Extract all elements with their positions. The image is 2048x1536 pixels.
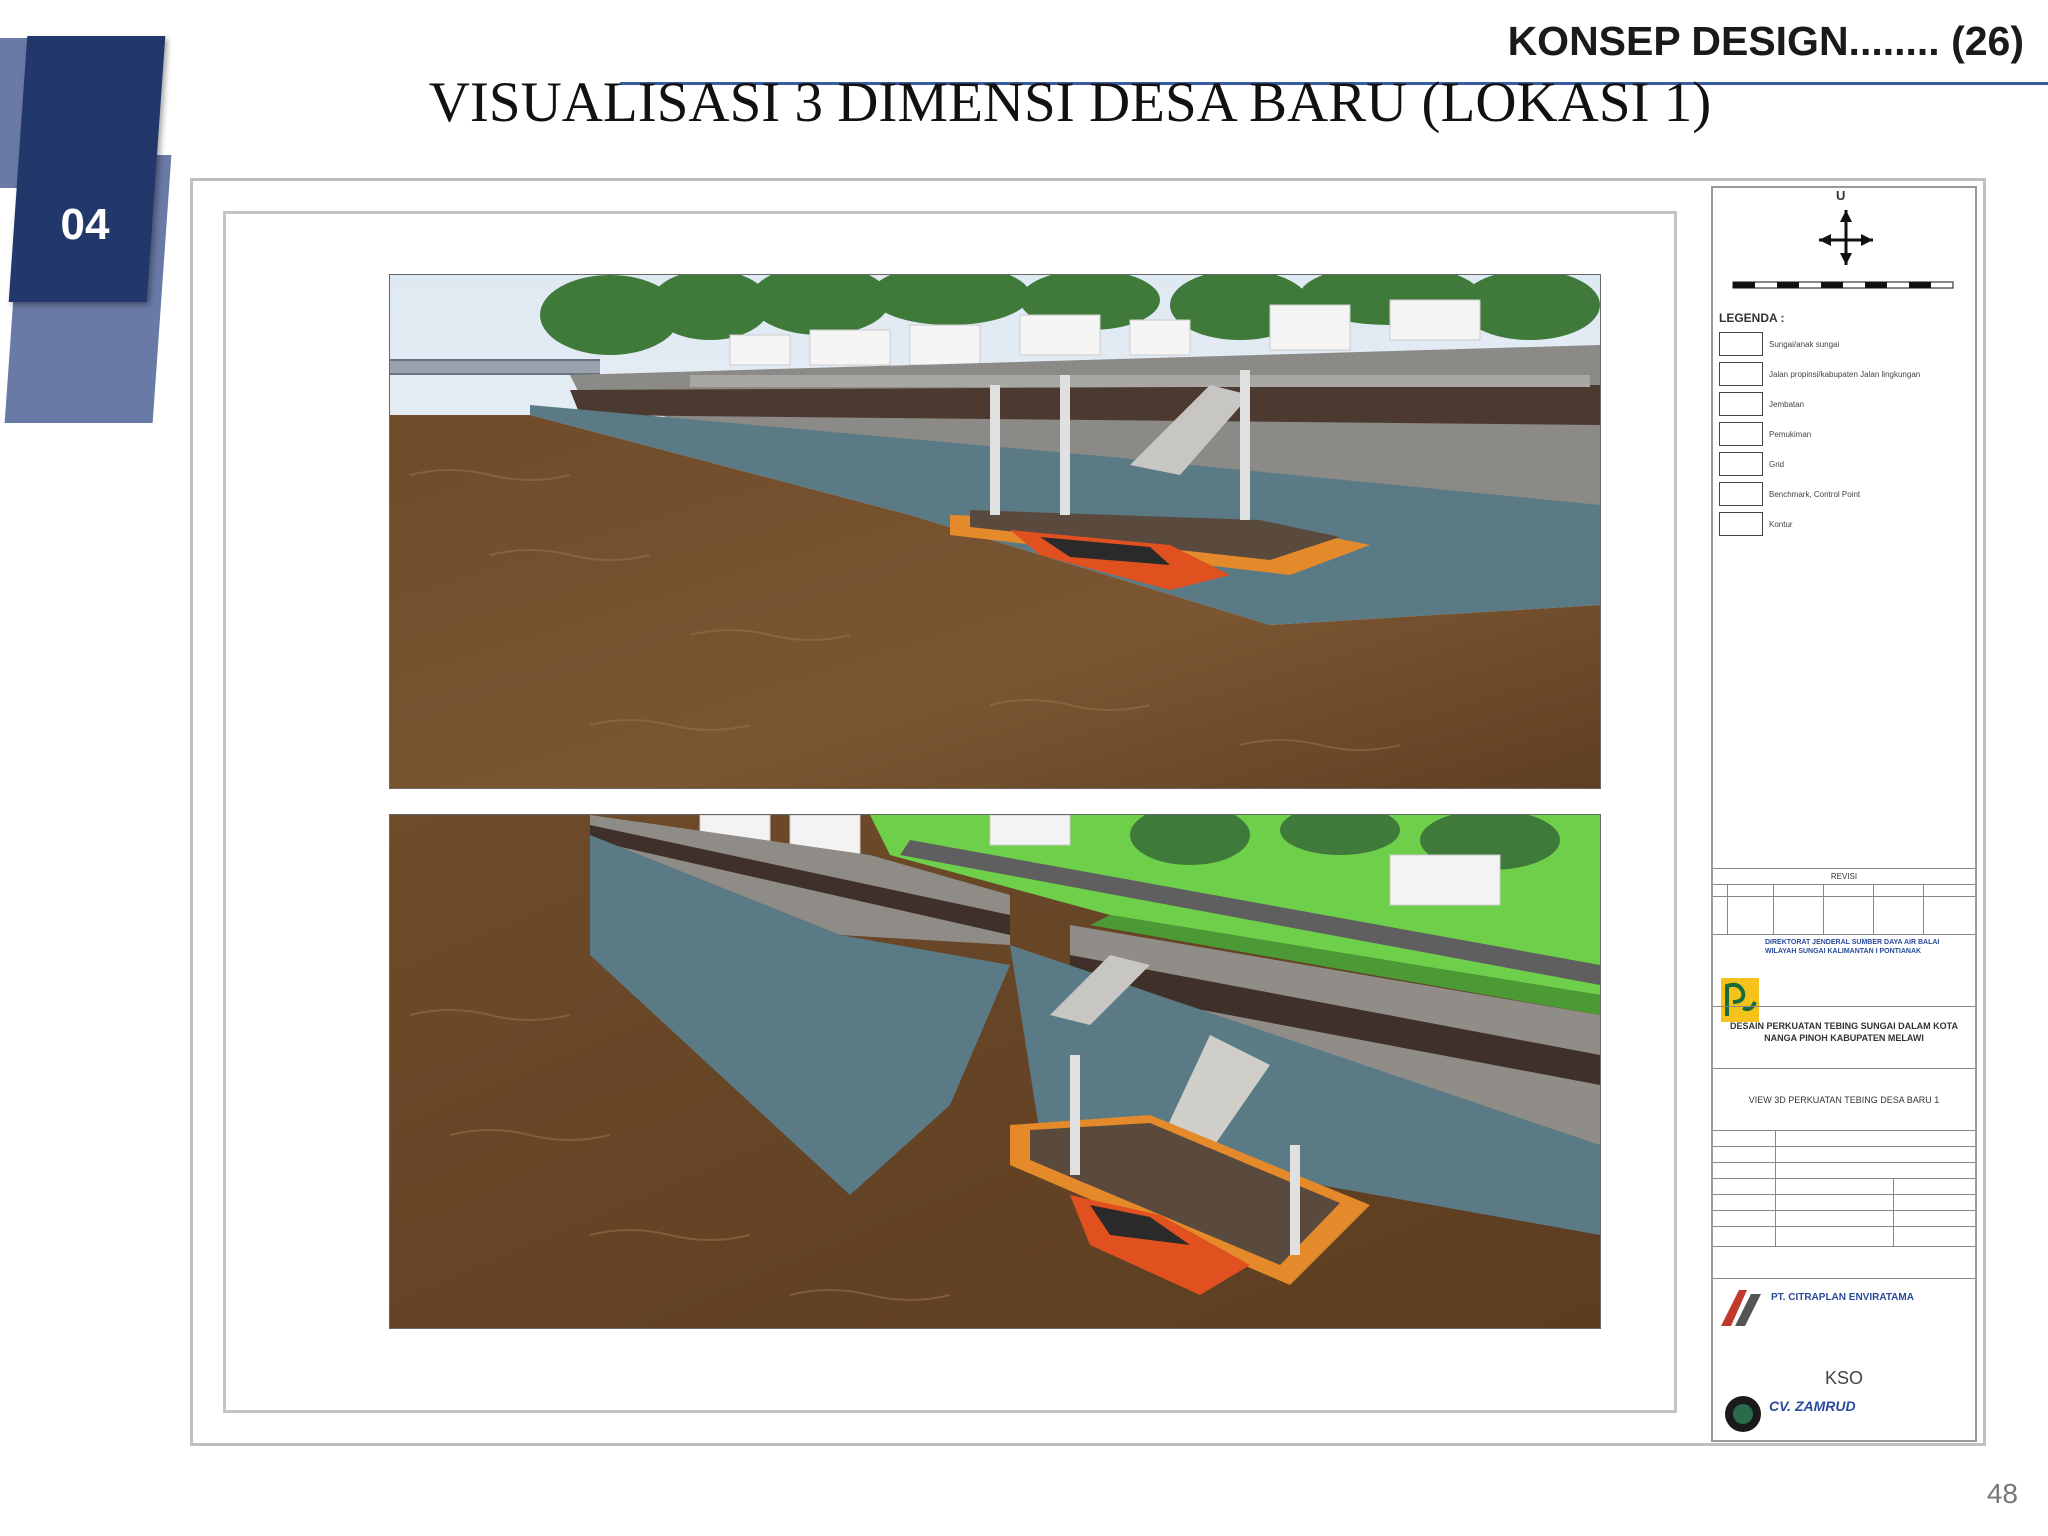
render-view-2 <box>389 814 1601 1329</box>
kso-label: KSO <box>1824 1368 1863 1388</box>
settlement-symbol-icon <box>1719 422 1763 446</box>
slide-title: VISUALISASI 3 DIMENSI DESA BARU (LOKASI … <box>428 72 1712 134</box>
grid-symbol-icon <box>1719 452 1763 476</box>
consultant-logo-icon <box>1721 1290 1761 1326</box>
render-image-1 <box>390 275 1600 788</box>
legend-item: Sungai/anak sungai <box>1719 331 1839 357</box>
section-number: 04 <box>60 200 110 249</box>
legend-item: Benchmark, Control Point <box>1719 481 1860 507</box>
benchmark-symbol-icon <box>1719 482 1763 506</box>
drawing-title: VIEW 3D PERKUATAN TEBING DESA BARU 1 <box>1748 1095 1940 1105</box>
legend-title: LEGENDA : <box>1719 311 1785 325</box>
river-symbol-icon <box>1719 332 1763 356</box>
consultant-name: PT. CITRAPLAN ENVIRATAMA <box>1771 1292 1914 1303</box>
north-label: U <box>1836 188 1846 203</box>
render-view-1 <box>389 274 1601 789</box>
legend-item: Grid <box>1719 451 1784 477</box>
road-symbol-icon <box>1719 362 1763 386</box>
page-number: 48 <box>1986 1478 2018 1509</box>
legend-item: Jalan propinsi/kabupaten Jalan lingkunga… <box>1719 361 1920 387</box>
legend-item: Kontur <box>1719 511 1793 537</box>
drawing-frame <box>223 211 1677 1413</box>
scale-bar <box>1732 281 1954 289</box>
legend-item: Jembatan <box>1719 391 1804 417</box>
pu-logo-icon <box>1721 978 1759 1022</box>
north-arrow-icon <box>1819 210 1873 265</box>
partner-name: CV. ZAMRUD <box>1769 1398 1856 1414</box>
render-image-2 <box>390 815 1600 1328</box>
partner-logo-icon <box>1725 1396 1761 1432</box>
bridge-symbol-icon <box>1719 392 1763 416</box>
section-header: KONSEP DESIGN........ (26) <box>1507 18 2024 64</box>
project-title: DESAIN PERKUATAN TEBING SUNGAI DALAM KOT… <box>1730 1021 1958 1043</box>
revision-label: REVISI <box>1830 872 1858 881</box>
contour-symbol-icon <box>1719 512 1763 536</box>
drawing-sheet: U LEGENDA : Sungai/anak sungai Jalan pro… <box>190 178 1986 1446</box>
section-badge <box>8 36 166 302</box>
title-block: U LEGENDA : Sungai/anak sungai Jalan pro… <box>1711 186 1977 1442</box>
agency-name: DIREKTORAT JENDERAL SUMBER DAYA AIR BALA… <box>1765 939 1940 955</box>
legend-item: Pemukiman <box>1719 421 1811 447</box>
